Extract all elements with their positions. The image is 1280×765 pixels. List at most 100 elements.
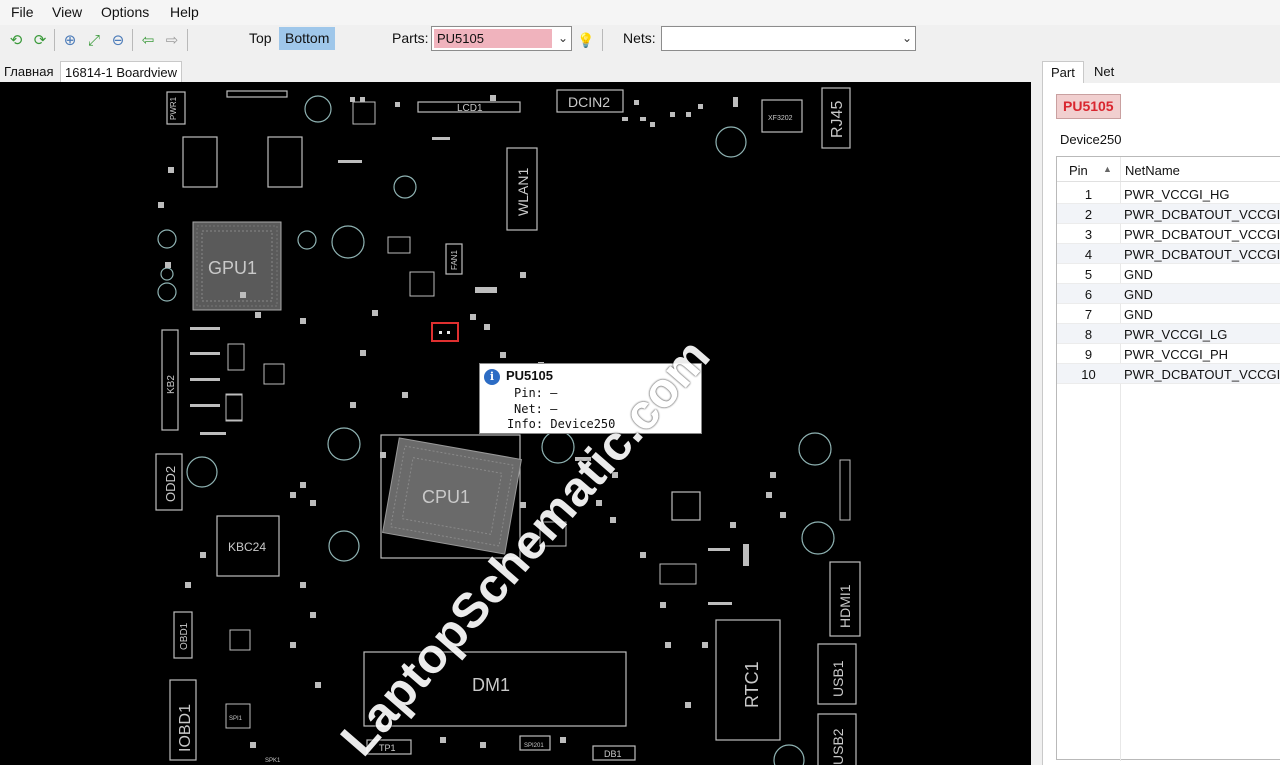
toolbar-separator (602, 29, 603, 51)
tooltip-net: Net: — (514, 402, 558, 416)
zoom-in-icon[interactable]: ⊕ (60, 30, 80, 50)
pin-number: 6 (1084, 287, 1093, 302)
tooltip-title: PU5105 (506, 368, 553, 383)
tab-boardview[interactable]: 16814-1 Boardview (60, 61, 183, 82)
part-info-panel: Part Net PU5105 Device250 Pin ▲ NetName … (1040, 57, 1280, 765)
tab-net[interactable]: Net (1086, 61, 1122, 83)
forward-icon[interactable]: ⇨ (162, 30, 182, 50)
info-icon: i (484, 369, 500, 385)
pin-number: 1 (1084, 187, 1093, 202)
toolbar-separator (132, 29, 133, 51)
parts-combobox[interactable]: PU5105 ⌄ (431, 26, 572, 51)
board-label-iobd1: IOBD1 (177, 704, 194, 752)
table-row[interactable]: 9 PWR_VCCGI_PH (1057, 344, 1280, 364)
menu-view[interactable]: View (52, 4, 82, 20)
pin-number: 5 (1084, 267, 1093, 282)
board-label-fan1: FAN1 (450, 249, 459, 270)
net-name: PWR_DCBATOUT_VCCGI (1124, 207, 1280, 222)
table-row[interactable]: 6 GND (1057, 284, 1280, 304)
table-row[interactable]: 10 PWR_DCBATOUT_VCCGI (1057, 364, 1280, 384)
board-label-rtc1: RTC1 (742, 661, 762, 708)
nets-combobox[interactable]: ⌄ (661, 26, 916, 51)
menu-file[interactable]: File (11, 4, 34, 20)
back-icon[interactable]: ⇦ (138, 30, 158, 50)
board-label-kb2: KB2 (166, 375, 177, 394)
net-name: PWR_DCBATOUT_VCCGI (1124, 247, 1280, 262)
vram-outline (267, 136, 303, 188)
pin-number: 4 (1084, 247, 1093, 262)
board-label-cpu1: CPU1 (422, 487, 470, 507)
board-label-pwr1: PWR1 (169, 96, 178, 120)
board-label-db1: DB1 (604, 749, 622, 759)
device-name: Device250 (1060, 132, 1122, 147)
vram-outline (182, 136, 218, 188)
toolbar-separator (187, 29, 188, 51)
table-row[interactable]: 4 PWR_DCBATOUT_VCCGI (1057, 244, 1280, 264)
pin-number: 3 (1084, 227, 1093, 242)
table-row[interactable]: 8 PWR_VCCGI_LG (1057, 324, 1280, 344)
board-label-xf3202: XF3202 (768, 115, 793, 122)
pin-number: 7 (1084, 307, 1093, 322)
net-name: PWR_VCCGI_LG (1124, 327, 1228, 342)
column-header-pin[interactable]: Pin (1069, 163, 1088, 178)
net-name: GND (1124, 267, 1153, 282)
board-label-hdmi1: HDMI1 (837, 584, 853, 628)
menu-options[interactable]: Options (101, 4, 149, 20)
rotate-left-icon[interactable]: ⟲ (6, 30, 26, 50)
chevron-down-icon[interactable]: ⌄ (558, 31, 568, 45)
tab-part[interactable]: Part (1042, 61, 1084, 83)
net-name: PWR_DCBATOUT_VCCGI (1124, 227, 1280, 242)
zoom-fit-icon[interactable]: ⤢ (84, 30, 104, 50)
boardview-app: File View Options Help ⟲ ⟳ ⊕ ⤢ ⊖ ⇦ ⇨ Top… (0, 0, 1280, 765)
table-row[interactable]: 7 GND (1057, 304, 1280, 324)
pin-table: Pin ▲ NetName 1 PWR_VCCGI_HG 2 PWR_DCBATOUT… (1056, 156, 1280, 761)
board-label-lcd1: LCD1 (457, 103, 483, 114)
board-label-odd2: ODD2 (163, 466, 178, 502)
connector-outline (226, 90, 288, 98)
board-label-spk1: SPK1 (265, 758, 281, 764)
pin-number: 9 (1084, 347, 1093, 362)
board-label-obd1: OBD1 (179, 622, 190, 650)
board-label-kbc24: KBC24 (228, 540, 266, 554)
menu-bar: File View Options Help (0, 0, 1280, 25)
toolbar: ⟲ ⟳ ⊕ ⤢ ⊖ ⇦ ⇨ Top Bottom Parts: PU5105 ⌄… (0, 25, 1280, 57)
table-row[interactable]: 5 GND (1057, 264, 1280, 284)
board-label-rj45: RJ45 (829, 101, 846, 138)
bottom-side-button[interactable]: Bottom (279, 27, 336, 50)
table-row[interactable]: 1 PWR_VCCGI_HG (1057, 184, 1280, 204)
net-name: PWR_VCCGI_PH (1124, 347, 1229, 362)
column-header-netname[interactable]: NetName (1125, 163, 1180, 178)
ic-outline (671, 491, 701, 521)
pin-number: 8 (1084, 327, 1093, 342)
tooltip-pin: Pin: — (514, 386, 558, 400)
tab-home[interactable]: Главная (0, 61, 57, 82)
net-name: PWR_VCCGI_HG (1124, 187, 1230, 202)
table-row[interactable]: 3 PWR_DCBATOUT_VCCGI (1057, 224, 1280, 244)
parts-value[interactable]: PU5105 (434, 29, 552, 48)
net-name: PWR_DCBATOUT_VCCGI (1124, 367, 1280, 382)
top-side-button[interactable]: Top (243, 27, 278, 50)
table-row[interactable]: 2 PWR_DCBATOUT_VCCGI (1057, 204, 1280, 224)
board-canvas[interactable]: PWR1 LCD1 DCIN2 XF3202 RJ45 WLAN1 GPU1 F… (0, 82, 1031, 765)
board-label-wlan1: WLAN1 (515, 168, 531, 216)
lightbulb-icon[interactable]: 💡 (576, 30, 596, 50)
chevron-down-icon[interactable]: ⌄ (902, 31, 912, 45)
net-name: GND (1124, 307, 1153, 322)
board-label-dcin2: DCIN2 (568, 94, 610, 110)
part-name-badge: PU5105 (1056, 94, 1121, 119)
selected-part-pins (439, 331, 450, 334)
part-tab-body: PU5105 Device250 Pin ▲ NetName 1 PWR_VCCG… (1042, 83, 1280, 765)
sort-ascending-icon[interactable]: ▲ (1103, 164, 1112, 174)
board-label-usb2: USB2 (830, 728, 846, 765)
pin-number: 2 (1084, 207, 1093, 222)
toolbar-separator (54, 29, 55, 51)
zoom-out-icon[interactable]: ⊖ (108, 30, 128, 50)
nets-value[interactable] (664, 29, 670, 48)
menu-help[interactable]: Help (170, 4, 199, 20)
document-tabs: Главная 16814-1 Boardview (0, 57, 1040, 82)
board-label-gpu1: GPU1 (208, 258, 257, 278)
rotate-right-icon[interactable]: ⟳ (30, 30, 50, 50)
parts-label: Parts: (392, 30, 429, 46)
board-label-spi1: SPI1 (229, 716, 243, 722)
board-label-usb1: USB1 (830, 660, 846, 697)
